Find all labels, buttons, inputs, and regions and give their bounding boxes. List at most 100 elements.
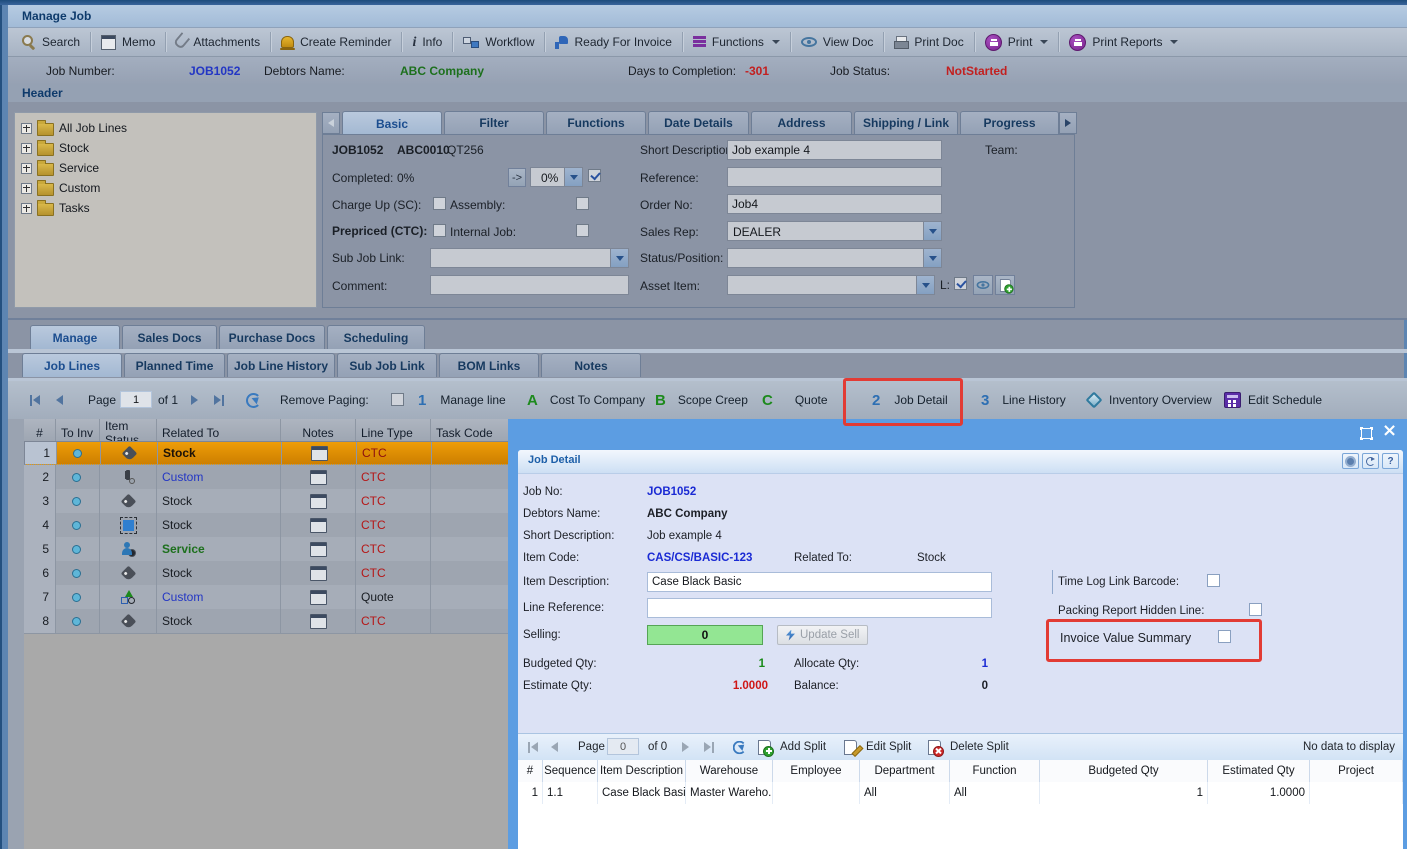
tab-address[interactable]: Address (751, 111, 852, 134)
tab-job-line-history[interactable]: Job Line History (227, 353, 335, 377)
l-checkbox[interactable] (954, 277, 967, 290)
workflow-button[interactable]: Workflow (455, 30, 542, 54)
expand-plus-icon[interactable] (21, 163, 32, 174)
col-project[interactable]: Project (1310, 760, 1403, 782)
to-inv-cell[interactable] (56, 585, 100, 609)
notes-cell[interactable] (281, 465, 356, 489)
expand-plus-icon[interactable] (21, 123, 32, 134)
tab-manage[interactable]: Manage (30, 325, 120, 349)
tab-scroll-left-button[interactable] (322, 112, 340, 134)
tab-notes[interactable]: Notes (541, 353, 641, 377)
split-first-page-button[interactable] (528, 734, 538, 760)
tree-item-tasks[interactable]: Tasks (21, 198, 316, 218)
to-inv-cell[interactable] (56, 609, 100, 633)
apply-percent-button[interactable]: -> (508, 168, 526, 187)
tab-scheduling[interactable]: Scheduling (327, 325, 425, 349)
line-reference-input[interactable] (647, 598, 992, 618)
info-button[interactable]: iInfo (404, 30, 450, 54)
to-inv-cell[interactable] (57, 442, 101, 464)
tab-basic[interactable]: Basic (342, 111, 442, 135)
view-doc-button[interactable]: View Doc (793, 30, 881, 54)
sub-job-link-select[interactable] (430, 248, 629, 268)
col-function[interactable]: Function (950, 760, 1040, 782)
reference-input[interactable] (727, 167, 942, 187)
table-row[interactable]: 7 Custom Quote (24, 585, 520, 610)
col-warehouse[interactable]: Warehouse (686, 760, 773, 782)
tab-shipping-link[interactable]: Shipping / Link (854, 111, 958, 134)
memo-button[interactable]: Memo (93, 30, 163, 54)
notes-cell[interactable] (281, 537, 356, 561)
table-row[interactable]: 6 Stock CTC (24, 561, 520, 586)
assembly-checkbox[interactable] (576, 197, 589, 210)
selling-value-box[interactable]: 0 (647, 625, 763, 645)
table-row[interactable]: 2 Custom CTC (24, 465, 520, 490)
comment-input[interactable] (430, 275, 629, 295)
chevron-down-icon[interactable] (564, 168, 582, 186)
tab-date-details[interactable]: Date Details (648, 111, 749, 134)
status-position-select[interactable] (727, 248, 942, 268)
table-row[interactable]: 3 Stock CTC (24, 489, 520, 514)
tab-bom-links[interactable]: BOM Links (439, 353, 539, 377)
notes-cell[interactable] (282, 442, 357, 464)
to-inv-cell[interactable] (56, 513, 100, 537)
prev-page-button[interactable] (56, 381, 63, 419)
percent-select[interactable]: 0% (530, 167, 583, 187)
time-log-link-barcode-checkbox[interactable] (1207, 574, 1220, 587)
split-page-input[interactable] (607, 738, 639, 755)
help-button[interactable]: ? (1382, 453, 1399, 469)
line-history-button[interactable]: 3Line History (981, 381, 1066, 419)
col-employee[interactable]: Employee (773, 760, 860, 782)
refresh-button[interactable] (1362, 453, 1379, 469)
update-sell-button[interactable]: Update Sell (777, 625, 868, 645)
edit-split-button[interactable]: Edit Split (844, 734, 911, 760)
tab-functions[interactable]: Functions (546, 111, 646, 134)
prepriced-checkbox[interactable] (433, 224, 446, 237)
tab-sales-docs[interactable]: Sales Docs (122, 325, 217, 349)
tab-purchase-docs[interactable]: Purchase Docs (219, 325, 325, 349)
notes-cell[interactable] (281, 513, 356, 537)
item-description-input[interactable] (647, 572, 992, 592)
expand-plus-icon[interactable] (21, 143, 32, 154)
tab-sub-job-link[interactable]: Sub Job Link (337, 353, 437, 377)
col-item-description[interactable]: Item Description (598, 760, 686, 782)
charge-up-checkbox[interactable] (433, 197, 446, 210)
internal-job-checkbox[interactable] (576, 224, 589, 237)
to-inv-cell[interactable] (56, 465, 100, 489)
split-prev-page-button[interactable] (551, 734, 558, 760)
notes-cell[interactable] (281, 561, 356, 585)
create-reminder-button[interactable]: Create Reminder (273, 30, 399, 54)
notes-cell[interactable] (281, 489, 356, 513)
split-next-page-button[interactable] (682, 734, 689, 760)
tab-scroll-right-button[interactable] (1059, 112, 1077, 134)
first-page-button[interactable] (30, 381, 40, 419)
print-doc-button[interactable]: Print Doc (886, 30, 971, 54)
tab-planned-time[interactable]: Planned Time (124, 353, 225, 377)
view-asset-button[interactable] (973, 275, 993, 295)
remove-paging-checkbox[interactable] (391, 393, 404, 406)
scope-creep-button[interactable]: BScope Creep (655, 381, 748, 419)
print-button[interactable]: Print (977, 30, 1057, 54)
col-department[interactable]: Department (860, 760, 950, 782)
refresh-button[interactable] (246, 381, 261, 419)
col-sequence[interactable]: Sequence (543, 760, 598, 782)
add-split-button[interactable]: Add Split (758, 734, 826, 760)
add-asset-doc-button[interactable] (995, 275, 1015, 295)
delete-split-button[interactable]: Delete Split (928, 734, 1009, 760)
tab-progress[interactable]: Progress (960, 111, 1059, 134)
attachments-button[interactable]: Attachments (168, 30, 268, 54)
percent-checkbox[interactable] (588, 169, 601, 182)
tree-item-stock[interactable]: Stock (21, 138, 316, 158)
cost-to-company-button[interactable]: ACost To Company (527, 381, 645, 419)
edit-schedule-button[interactable]: Edit Schedule (1224, 381, 1322, 419)
close-icon[interactable]: × (1382, 420, 1397, 441)
expand-plus-icon[interactable] (21, 183, 32, 194)
chevron-down-icon[interactable] (916, 276, 934, 294)
table-row[interactable]: 5 Service CTC (24, 537, 520, 562)
last-page-button[interactable] (214, 381, 224, 419)
tab-filter[interactable]: Filter (444, 111, 544, 134)
split-table-row[interactable]: 1 1.1 Case Black Basic Master Wareho... … (518, 782, 1403, 805)
tree-item-service[interactable]: Service (21, 158, 316, 178)
ready-for-invoice-button[interactable]: Ready For Invoice (547, 30, 679, 54)
print-reports-button[interactable]: Print Reports (1061, 30, 1186, 54)
table-row[interactable]: 4 Stock CTC (24, 513, 520, 538)
